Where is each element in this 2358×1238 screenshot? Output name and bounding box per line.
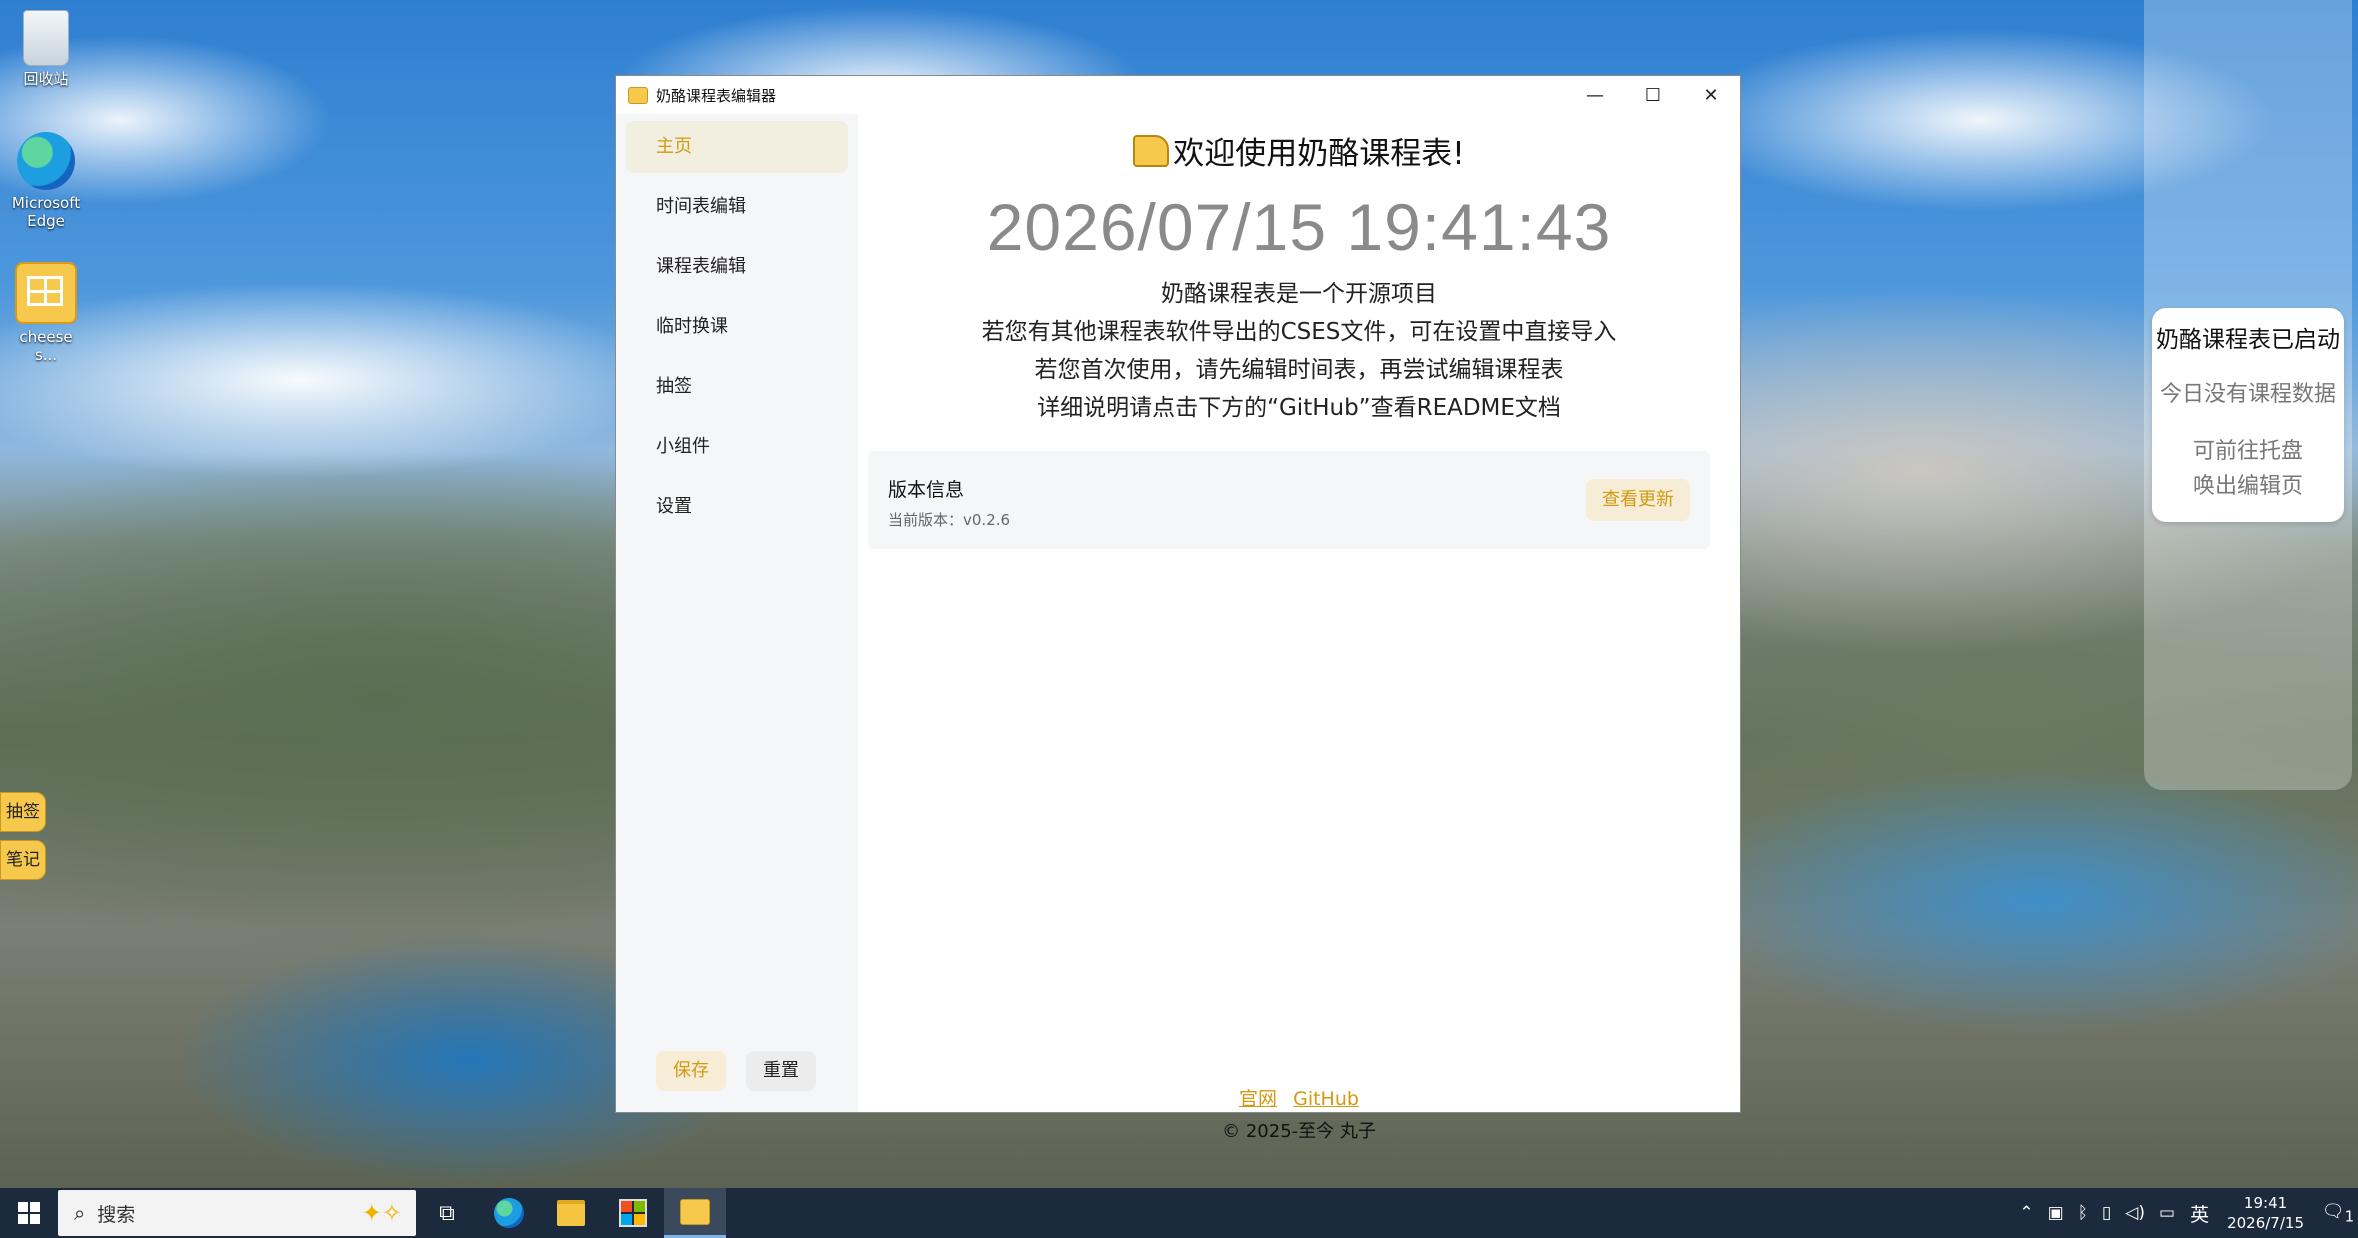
website-link[interactable]: 官网 bbox=[1239, 1088, 1277, 1110]
sidebar-item-settings[interactable]: 设置 bbox=[626, 481, 848, 533]
network-icon[interactable]: ▭ bbox=[2159, 1203, 2175, 1223]
minimize-button[interactable]: — bbox=[1566, 76, 1624, 114]
windows-icon bbox=[18, 1202, 40, 1224]
close-button[interactable]: ✕ bbox=[1682, 76, 1740, 114]
tray-date: 2026/7/15 bbox=[2227, 1214, 2304, 1232]
notification-center-button[interactable]: 🗨1 bbox=[2318, 1201, 2358, 1226]
sidebar-item-timetable-edit[interactable]: 时间表编辑 bbox=[626, 181, 848, 233]
edge-icon bbox=[17, 132, 75, 190]
tray-clock[interactable]: 19:41 2026/7/15 bbox=[2227, 1193, 2304, 1233]
intro-line: 若您首次使用，请先编辑时间表，再尝试编辑课程表 bbox=[1034, 357, 1564, 383]
intro-line: 若您有其他课程表软件导出的CSES文件，可在设置中直接导入 bbox=[981, 319, 1617, 345]
side-pill-draw-lots[interactable]: 抽签 bbox=[0, 792, 46, 832]
version-title: 版本信息 bbox=[888, 479, 965, 501]
sidebar-actions: 保存 重置 bbox=[656, 1051, 816, 1091]
current-version: 当前版本：v0.2.6 bbox=[888, 511, 1011, 529]
notification-hint-line: 可前往托盘 bbox=[2192, 439, 2303, 464]
notification-title: 奶酪课程表已启动 bbox=[2156, 327, 2340, 353]
footer-links: 官网 GitHub bbox=[858, 1084, 1740, 1111]
window-controls: — ☐ ✕ bbox=[1566, 76, 1740, 114]
intro-line: 详细说明请点击下方的“GitHub”查看README文档 bbox=[1037, 395, 1561, 421]
desktop-icon-label: cheese s... bbox=[19, 328, 73, 364]
editor-window: 奶酪课程表编辑器 — ☐ ✕ 主页 时间表编辑 课程表编辑 临时换课 抽签 小组… bbox=[615, 75, 1741, 1142]
taskbar-store[interactable] bbox=[602, 1188, 664, 1238]
desktop-icon-label: 回收站 bbox=[23, 70, 69, 88]
taskbar-search[interactable]: ⌕ 搜索 ✦✧ bbox=[58, 1190, 416, 1236]
desktop-icon-label: Microsoft Edge bbox=[11, 194, 81, 230]
sidebar-item-draw-lots[interactable]: 抽签 bbox=[626, 361, 848, 413]
reset-button[interactable]: 重置 bbox=[746, 1051, 816, 1091]
footer: 官网 GitHub © 2025-至今 丸子 bbox=[858, 1084, 1740, 1143]
battery-icon[interactable]: ▯ bbox=[2102, 1203, 2111, 1223]
cheese-schedule-icon bbox=[680, 1198, 710, 1225]
task-view-button[interactable]: ⧉ bbox=[416, 1188, 478, 1238]
maximize-button[interactable]: ☐ bbox=[1624, 76, 1682, 114]
ime-indicator[interactable]: 英 bbox=[2190, 1200, 2209, 1227]
store-icon bbox=[619, 1199, 647, 1227]
check-update-button[interactable]: 查看更新 bbox=[1586, 479, 1690, 521]
start-button[interactable] bbox=[0, 1188, 58, 1238]
desktop-icon-recycle-bin[interactable]: 回收站 bbox=[6, 10, 86, 88]
volume-icon[interactable]: ◁) bbox=[2125, 1203, 2145, 1223]
notification-hint: 可前往托盘 唤出编辑页 bbox=[2152, 434, 2344, 504]
app-icon bbox=[628, 86, 648, 104]
main-content: 欢迎使用奶酪课程表! 2026/07/15 19:41:43 奶酪课程表是一个开… bbox=[858, 114, 1740, 1142]
edge-icon bbox=[494, 1198, 524, 1228]
taskbar-edge[interactable] bbox=[478, 1188, 540, 1238]
sidebar-item-schedule-edit[interactable]: 课程表编辑 bbox=[626, 241, 848, 293]
taskbar-cheese-schedule[interactable] bbox=[664, 1188, 726, 1238]
cheese-schedule-icon bbox=[15, 262, 77, 324]
bluetooth-icon[interactable]: ᛒ bbox=[2078, 1203, 2088, 1223]
folder-icon bbox=[557, 1200, 585, 1226]
save-button[interactable]: 保存 bbox=[656, 1051, 726, 1091]
window-title: 奶酪课程表编辑器 bbox=[656, 86, 777, 105]
version-card: 版本信息 当前版本：v0.2.6 查看更新 bbox=[868, 451, 1710, 549]
desktop-icon-edge[interactable]: Microsoft Edge bbox=[6, 132, 86, 230]
notification-icon: 🗨 bbox=[2321, 1200, 2345, 1222]
cheese-tray-icon[interactable]: ▣ bbox=[2048, 1203, 2064, 1223]
welcome-text: 欢迎使用奶酪课程表! bbox=[1173, 136, 1465, 172]
sidebar-item-widgets[interactable]: 小组件 bbox=[626, 421, 848, 473]
intro-text: 奶酪课程表是一个开源项目 若您有其他课程表软件导出的CSES文件，可在设置中直接… bbox=[858, 275, 1740, 427]
side-pill-notes[interactable]: 笔记 bbox=[0, 840, 46, 880]
startup-notification[interactable]: 奶酪课程表已启动 今日没有课程数据 可前往托盘 唤出编辑页 bbox=[2152, 308, 2344, 522]
tray-time: 19:41 bbox=[2243, 1194, 2288, 1212]
notification-count: 1 bbox=[2344, 1207, 2355, 1226]
sidebar: 主页 时间表编辑 课程表编辑 临时换课 抽签 小组件 设置 保存 重置 bbox=[616, 114, 858, 1112]
recycle-bin-icon bbox=[23, 10, 69, 66]
taskbar-file-explorer[interactable] bbox=[540, 1188, 602, 1238]
search-icon: ⌕ bbox=[74, 1201, 86, 1225]
desktop-icon-cheese-schedule[interactable]: cheese s... bbox=[6, 262, 86, 364]
sidebar-item-temp-swap[interactable]: 临时换课 bbox=[626, 301, 848, 353]
datetime-display: 2026/07/15 19:41:43 bbox=[986, 190, 1612, 264]
copyright: © 2025-至今 丸子 bbox=[1222, 1121, 1376, 1142]
welcome-heading: 欢迎使用奶酪课程表! bbox=[858, 128, 1740, 173]
search-placeholder: 搜索 bbox=[97, 1203, 136, 1226]
system-tray: ⌃ ▣ ᛒ ▯ ◁) ▭ 英 19:41 2026/7/15 🗨1 bbox=[2012, 1188, 2358, 1238]
title-bar[interactable]: 奶酪课程表编辑器 — ☐ ✕ bbox=[616, 76, 1740, 114]
chevron-up-icon[interactable]: ⌃ bbox=[2019, 1203, 2033, 1223]
sparkle-icon: ✦✧ bbox=[361, 1199, 402, 1227]
taskbar: ⌕ 搜索 ✦✧ ⧉ ⌃ ▣ ᛒ ▯ ◁) ▭ 英 19:41 2026/7/15… bbox=[0, 1188, 2358, 1238]
notification-hint-line: 唤出编辑页 bbox=[2192, 474, 2303, 499]
cheese-icon bbox=[1133, 134, 1170, 167]
window-body: 主页 时间表编辑 课程表编辑 临时换课 抽签 小组件 设置 保存 重置 欢迎使用… bbox=[616, 114, 1740, 1142]
sidebar-nav: 主页 时间表编辑 课程表编辑 临时换课 抽签 小组件 设置 bbox=[616, 114, 858, 533]
notification-line: 今日没有课程数据 bbox=[2159, 382, 2336, 407]
sidebar-item-home[interactable]: 主页 bbox=[626, 121, 848, 173]
intro-line: 奶酪课程表是一个开源项目 bbox=[1161, 281, 1437, 307]
task-view-icon: ⧉ bbox=[439, 1200, 455, 1226]
github-link[interactable]: GitHub bbox=[1293, 1088, 1359, 1110]
